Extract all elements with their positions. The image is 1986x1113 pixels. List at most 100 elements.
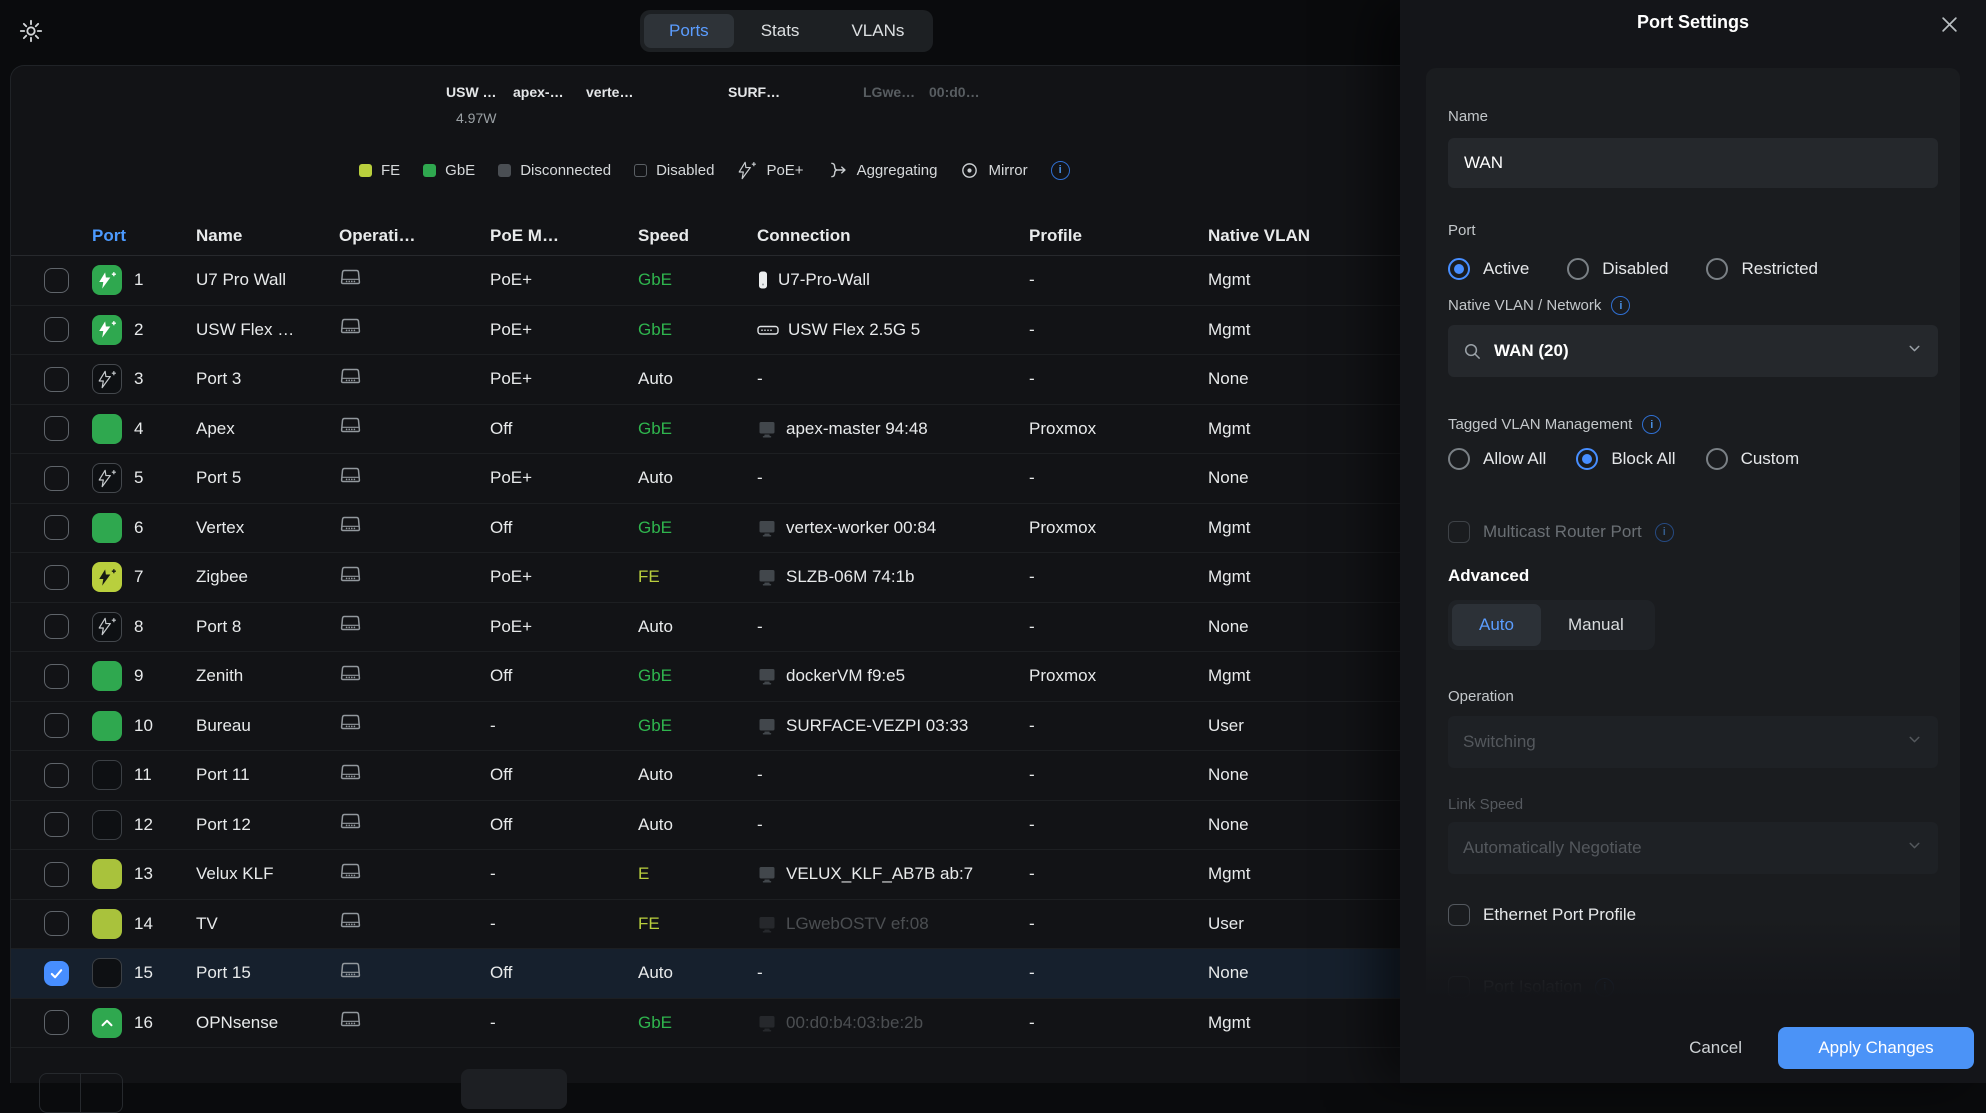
legend-item-info[interactable]: i [1051,161,1070,180]
port-speed: Auto [638,369,757,389]
multicast-info-icon[interactable]: i [1655,523,1674,542]
poe-mode: PoE+ [490,617,638,637]
name-label: Name [1448,108,1938,125]
row-checkbox[interactable] [44,367,69,392]
ethernet-port-profile-checkbox[interactable]: Ethernet Port Profile [1448,904,1938,926]
device-icon [339,367,362,387]
row-checkbox[interactable] [44,763,69,788]
column-header-speed[interactable]: Speed [638,226,757,246]
port-name: Port 3 [196,369,339,389]
row-checkbox[interactable] [44,1010,69,1035]
legend-info-icon[interactable]: i [1051,161,1070,180]
port-isolation-info-icon[interactable]: i [1595,978,1614,997]
port-speed: GbE [638,716,757,736]
column-header-operati-[interactable]: Operati… [339,226,490,246]
port-number: 9 [134,666,196,686]
row-checkbox[interactable] [44,862,69,887]
column-header-profile[interactable]: Profile [1029,226,1208,246]
row-checkbox[interactable] [44,664,69,689]
port-number: 2 [134,320,196,340]
port-isolation-checkbox[interactable]: Port Isolation i [1448,976,1938,998]
legend-label: Disconnected [520,162,611,179]
row-checkbox[interactable] [44,614,69,639]
operation-cell [339,961,490,986]
aggregating-icon [827,161,848,179]
port-status-icon-gbe [92,661,122,691]
radio-label: Restricted [1741,259,1818,279]
row-checkbox[interactable] [44,515,69,540]
port-status-icon-poe-active [92,562,122,592]
tab-vlans[interactable]: VLANs [826,14,929,48]
radio-tagged-custom[interactable]: Custom [1706,448,1800,470]
row-checkbox[interactable] [44,317,69,342]
tab-ports[interactable]: Ports [644,14,734,48]
radio-port-restricted[interactable]: Restricted [1706,258,1818,280]
connection-name: - [757,369,763,389]
port-status-icon-uplink [92,1008,122,1038]
device-icon [339,862,362,882]
radio-circle[interactable] [1706,448,1728,470]
checkbox-box[interactable] [1448,521,1470,543]
advanced-heading: Advanced [1448,566,1938,586]
radio-tagged-allow-all[interactable]: Allow All [1448,448,1546,470]
row-checkbox[interactable] [44,713,69,738]
multicast-router-port-checkbox[interactable]: Multicast Router Port i [1448,521,1938,543]
radio-circle[interactable] [1448,448,1470,470]
client-icon [757,915,777,933]
operation-cell [339,317,490,342]
poe-mode: - [490,1013,638,1033]
pagination-page-indicator[interactable] [461,1069,567,1109]
poe-mode: Off [490,765,638,785]
row-checkbox[interactable] [44,466,69,491]
switch-icon [757,321,779,339]
port-speed: Auto [638,815,757,835]
port-state-label: Port [1448,222,1938,239]
operation-cell [339,911,490,936]
native-vlan-select[interactable]: WAN (20) [1448,325,1938,377]
radio-tagged-block-all[interactable]: Block All [1576,448,1675,470]
port-status-icon-fe [92,909,122,939]
native-vlan-info-icon[interactable]: i [1611,296,1630,315]
legend-label: Disabled [656,162,714,179]
port-settings-panel: Port Settings Name WAN Port ActiveDisabl… [1400,0,1986,1083]
apply-changes-button[interactable]: Apply Changes [1778,1027,1974,1069]
port-number: 1 [134,270,196,290]
tagged-vlan-info-icon[interactable]: i [1642,415,1661,434]
radio-circle[interactable] [1576,448,1598,470]
row-checkbox[interactable] [44,812,69,837]
checkbox-box[interactable] [1448,976,1470,998]
column-header-name[interactable]: Name [196,226,339,246]
row-checkbox[interactable] [44,268,69,293]
checkbox-box[interactable] [1448,904,1470,926]
segment-auto[interactable]: Auto [1452,604,1541,646]
pagination-buttons[interactable] [39,1073,123,1113]
operation-cell [339,763,490,788]
port-status-icon-fe [92,859,122,889]
row-checkbox[interactable] [44,911,69,936]
row-checkbox[interactable] [44,565,69,590]
column-header-connection[interactable]: Connection [757,226,1029,246]
row-checkbox[interactable] [44,416,69,441]
device-label: 00:d0… [929,84,980,100]
pagination-prev-button[interactable] [39,1073,81,1113]
pagination-next-button[interactable] [81,1073,123,1113]
poe-mode: Off [490,963,638,983]
name-input[interactable]: WAN [1448,138,1938,188]
profile: - [1029,320,1208,340]
cancel-button[interactable]: Cancel [1689,1038,1742,1058]
radio-port-disabled[interactable]: Disabled [1567,258,1668,280]
column-header-port[interactable]: Port [92,226,196,246]
settings-gear-icon[interactable] [16,16,46,46]
device-label: verte… [586,84,633,100]
close-icon[interactable] [1938,13,1960,35]
client-icon [757,717,777,735]
column-header-poe-m-[interactable]: PoE M… [490,226,638,246]
port-number: 7 [134,567,196,587]
radio-circle[interactable] [1448,258,1470,280]
radio-port-active[interactable]: Active [1448,258,1529,280]
radio-circle[interactable] [1567,258,1589,280]
segment-manual[interactable]: Manual [1541,604,1651,646]
tab-stats[interactable]: Stats [736,14,825,48]
radio-circle[interactable] [1706,258,1728,280]
row-checkbox[interactable] [44,961,69,986]
